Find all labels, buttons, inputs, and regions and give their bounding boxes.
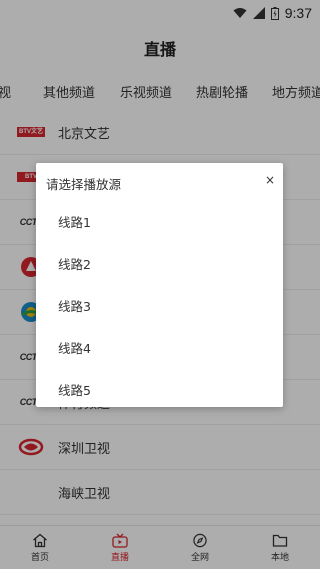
source-option[interactable]: 线路5	[58, 380, 91, 399]
source-select-dialog: 请选择播放源 × 线路1 线路2 线路3 线路4 线路5	[36, 163, 283, 407]
source-option[interactable]: 线路2	[58, 254, 91, 273]
source-option[interactable]: 线路1	[58, 212, 91, 231]
close-icon[interactable]: ×	[265, 173, 275, 187]
source-option[interactable]: 线路3	[58, 296, 91, 315]
source-option[interactable]: 线路4	[58, 338, 91, 357]
dialog-title: 请选择播放源	[46, 177, 122, 192]
